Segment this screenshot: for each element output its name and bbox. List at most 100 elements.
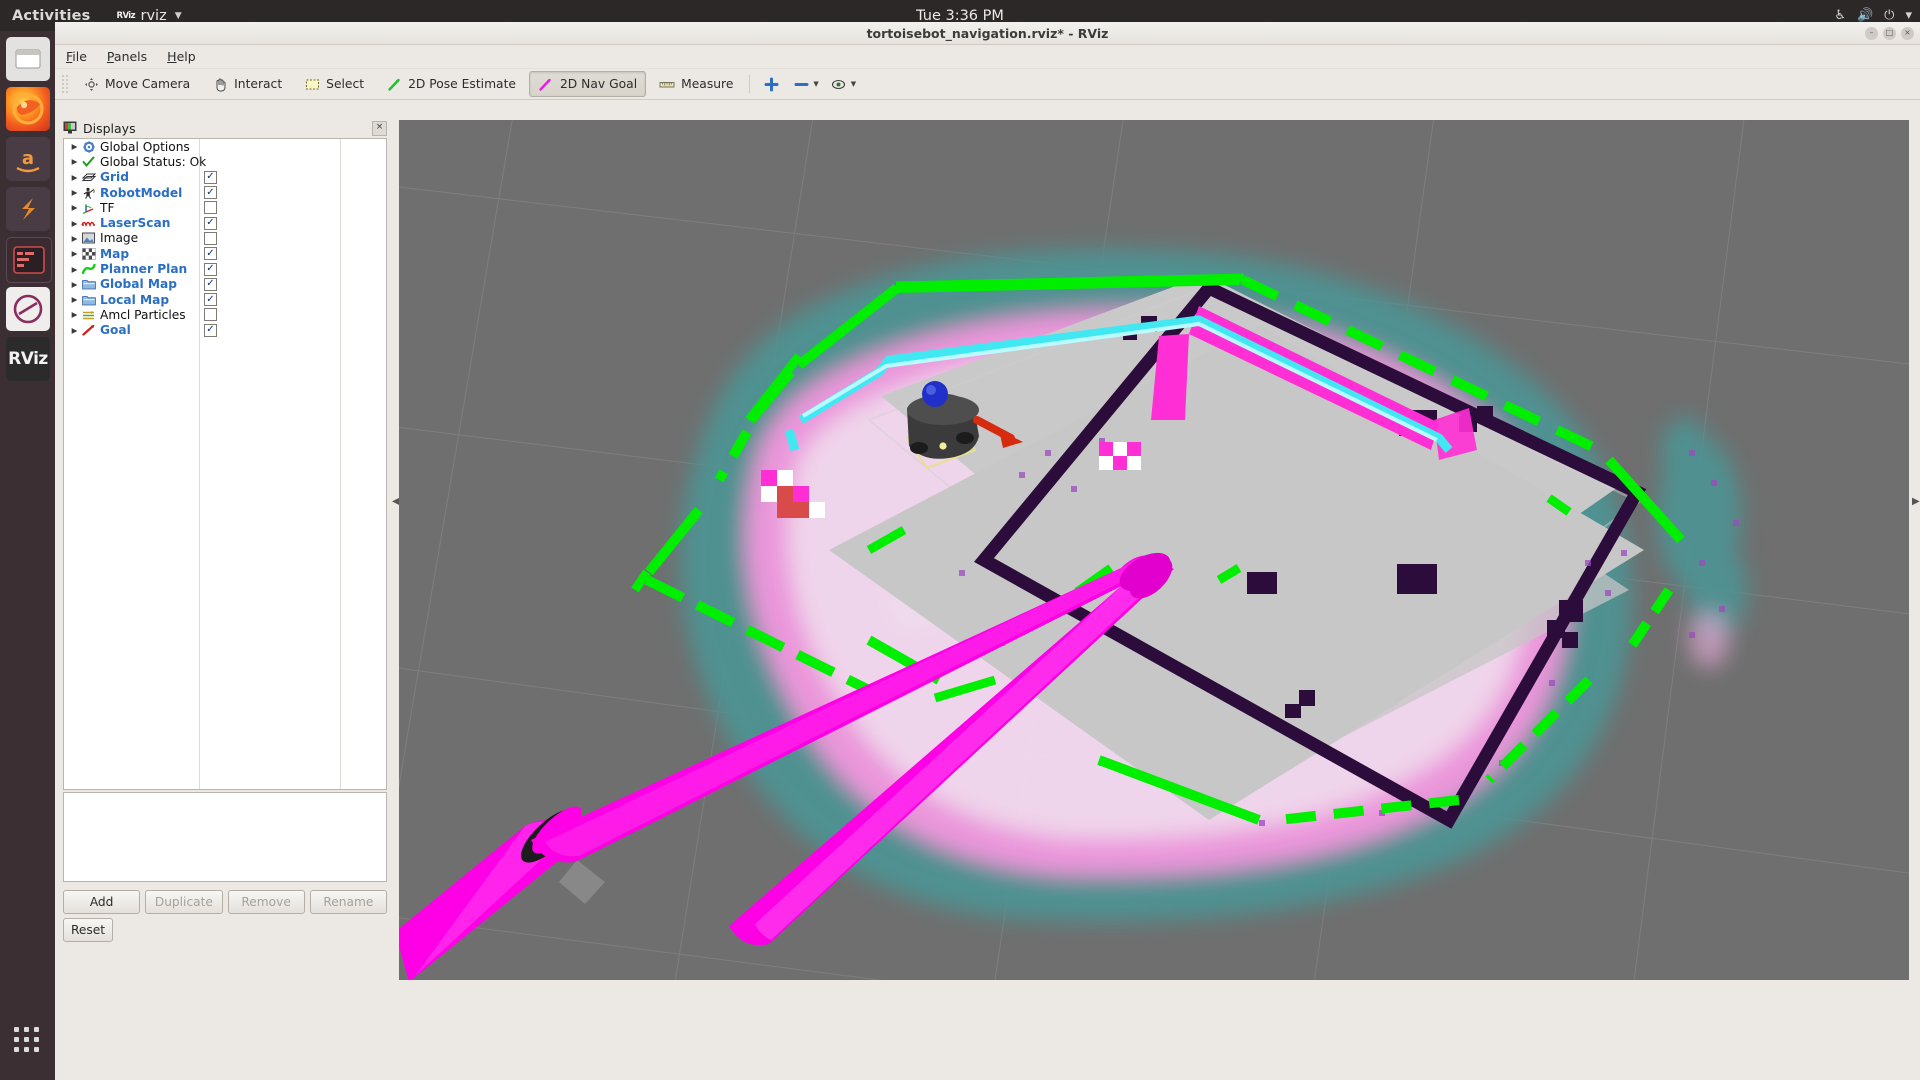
remove-tool-button[interactable]: ▼ — [789, 71, 822, 97]
close-icon[interactable]: × — [372, 121, 387, 136]
tool-interact[interactable]: Interact — [203, 71, 291, 97]
toolbar-grip[interactable] — [61, 74, 69, 94]
launcher-item-vscode[interactable] — [6, 287, 50, 331]
display-visibility-checkbox[interactable]: ✓ — [204, 247, 217, 261]
software-center-icon — [22, 198, 35, 220]
collapse-arrow-icon[interactable]: ▶ — [1912, 496, 1920, 507]
tool-2d-nav-goal[interactable]: 2D Nav Goal — [528, 71, 647, 97]
power-icon[interactable]: ⏻ — [1884, 8, 1894, 23]
display-map[interactable]: ▶ Map ✓ — [64, 246, 386, 261]
files-icon — [15, 49, 41, 69]
expand-arrow-icon[interactable]: ▶ — [69, 264, 80, 275]
amazon-icon: a — [16, 148, 40, 173]
display-local-map[interactable]: ▶ Local Map ✓ — [64, 292, 386, 307]
grid-icon — [80, 171, 97, 184]
display-global-options[interactable]: ▶ Global Options — [64, 139, 386, 154]
focus-camera-button[interactable]: ▼ — [827, 71, 860, 97]
menu-panels[interactable]: Panels — [107, 49, 147, 64]
duplicate-display-button[interactable]: Duplicate — [145, 890, 223, 914]
volume-icon[interactable]: 🔊 — [1857, 8, 1873, 23]
display-label: Map — [100, 246, 130, 261]
tool-move-camera[interactable]: Move Camera — [74, 71, 199, 97]
dock-splitter-left[interactable]: ◀ — [391, 120, 400, 980]
expand-arrow-icon[interactable]: ▶ — [69, 141, 80, 152]
display-planner-plan[interactable]: ▶ Planner Plan ✓ — [64, 261, 386, 276]
tool-select[interactable]: Select — [295, 71, 373, 97]
display-image[interactable]: ▶ Image — [64, 231, 386, 246]
display-global-map[interactable]: ▶ Global Map ✓ — [64, 277, 386, 292]
display-visibility-checkbox[interactable]: ✓ — [204, 216, 217, 230]
display-label: Global Map — [100, 277, 177, 292]
display-visibility-checkbox[interactable] — [204, 231, 217, 245]
menu-bar: FFileile Panels Help — [55, 45, 1920, 69]
display-visibility-checkbox[interactable] — [204, 308, 217, 322]
launcher-item-files[interactable] — [6, 37, 50, 81]
rviz-launcher-label: RViz — [8, 348, 48, 369]
launcher-item-terminal[interactable] — [6, 237, 52, 283]
display-visibility-checkbox[interactable]: ✓ — [204, 277, 217, 291]
rviz-logo-icon: RViz — [116, 10, 136, 21]
close-button[interactable]: × — [1901, 26, 1914, 40]
move-camera-icon — [83, 76, 99, 92]
menu-file[interactable]: FFileile — [66, 49, 87, 64]
display-robotmodel[interactable]: ▶ RobotModel ✓ — [64, 185, 386, 200]
display-laserscan[interactable]: ▶ LaserScan ✓ — [64, 215, 386, 230]
display-visibility-checkbox[interactable]: ✓ — [204, 186, 217, 200]
tool-2d-pose-estimate[interactable]: 2D Pose Estimate — [377, 71, 525, 97]
display-properties-panel[interactable] — [63, 792, 387, 882]
minimize-button[interactable]: – — [1865, 26, 1878, 40]
screen-root: Activities RViz rviz ▼ Tue 3:36 PM ♿ 🔊 ⏻… — [0, 0, 1920, 1080]
rviz-3d-view[interactable] — [399, 120, 1909, 980]
display-visibility-checkbox[interactable]: ✓ — [204, 293, 217, 307]
expand-arrow-icon[interactable]: ▶ — [69, 309, 80, 320]
tool-label: Interact — [234, 77, 283, 91]
expand-arrow-icon[interactable]: ▶ — [69, 218, 80, 229]
expand-arrow-icon[interactable]: ▶ — [69, 279, 80, 290]
expand-arrow-icon[interactable]: ▶ — [69, 248, 80, 259]
expand-arrow-icon[interactable]: ▶ — [69, 325, 80, 336]
launcher-item-firefox[interactable] — [6, 87, 50, 131]
display-label: Image — [100, 231, 139, 246]
dock-splitter-right[interactable]: ▶ — [1911, 120, 1920, 980]
expand-arrow-icon[interactable]: ▶ — [69, 294, 80, 305]
add-tool-button[interactable] — [757, 71, 785, 97]
launcher-item-amazon[interactable]: a — [6, 137, 50, 181]
add-display-button[interactable]: Add — [63, 890, 141, 914]
displays-buttons-row: Add Duplicate Remove Rename — [63, 890, 387, 914]
maximize-button[interactable]: □ — [1883, 26, 1896, 40]
display-visibility-checkbox[interactable]: ✓ — [204, 262, 217, 276]
menu-help[interactable]: Help — [167, 49, 196, 64]
remove-display-button[interactable]: Remove — [227, 890, 305, 914]
expand-arrow-icon[interactable]: ▶ — [69, 172, 80, 183]
display-tf[interactable]: ▶ TF — [64, 200, 386, 215]
display-global-status[interactable]: ▶ Global Status: Ok — [64, 154, 386, 169]
display-visibility-checkbox[interactable]: ✓ — [204, 323, 217, 337]
launcher-item-software[interactable] — [6, 187, 50, 231]
show-applications-button[interactable] — [14, 1027, 41, 1054]
display-goal[interactable]: ▶ Goal ✓ — [64, 323, 386, 338]
expand-arrow-icon[interactable]: ▶ — [69, 202, 80, 213]
tool-label: Measure — [681, 77, 734, 91]
display-visibility-checkbox[interactable] — [204, 201, 217, 215]
tool-bar: Move Camera Interact Select 2D Pose Esti… — [55, 69, 1920, 100]
editor-icon — [13, 294, 43, 324]
display-label: Amcl Particles — [100, 307, 186, 322]
rename-display-button[interactable]: Rename — [309, 890, 387, 914]
display-label: Local Map — [100, 292, 170, 307]
reset-button[interactable]: Reset — [63, 918, 113, 942]
expand-arrow-icon[interactable]: ▶ — [69, 233, 80, 244]
expand-arrow-icon[interactable]: ▶ — [69, 187, 80, 198]
window-title: tortoisebot_navigation.rviz* - RViz — [866, 25, 1109, 41]
display-amcl-particles[interactable]: ▶ Amcl Particles — [64, 307, 386, 322]
accessibility-icon[interactable]: ♿ — [1834, 8, 1846, 23]
display-visibility-checkbox[interactable]: ✓ — [204, 170, 217, 184]
tool-label: 2D Pose Estimate — [408, 77, 516, 91]
expand-arrow-icon[interactable]: ▶ — [69, 156, 80, 167]
display-label: Global Options — [100, 139, 190, 154]
chevron-down-icon[interactable]: ▾ — [1905, 8, 1912, 23]
magenta-arrow-icon — [538, 76, 554, 92]
launcher-item-rviz[interactable]: RViz — [6, 337, 50, 381]
display-grid[interactable]: ▶ Grid ✓ — [64, 170, 386, 185]
image-icon — [80, 232, 97, 245]
tool-measure[interactable]: Measure — [650, 71, 742, 97]
